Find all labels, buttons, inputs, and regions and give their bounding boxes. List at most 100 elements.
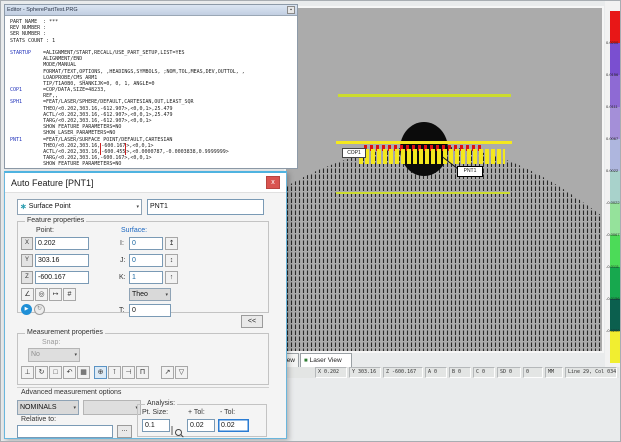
pt-size-input[interactable]: 0.1 bbox=[142, 419, 170, 432]
theo-dropdown[interactable]: Theo ▾ bbox=[129, 288, 171, 301]
theo-dropdown-value: Theo bbox=[132, 289, 165, 301]
vector-i-input[interactable]: 0 bbox=[129, 237, 163, 250]
code-text: THEO/<0.202,303.16,-612.907>,<0,0,1>,25.… bbox=[10, 106, 173, 112]
scale-segment: -0.0111 bbox=[610, 267, 621, 299]
browse-button[interactable]: ... bbox=[117, 425, 132, 438]
code-text: SHOW_LASER_PARAMETERS=NO bbox=[10, 130, 115, 136]
code-text: SHOW FEATURE PARAMETERS=NO bbox=[10, 124, 121, 130]
dialog-titlebar[interactable]: Auto Feature [PNT1] x bbox=[5, 173, 286, 193]
flip-vector-icon[interactable]: ↕ bbox=[165, 254, 178, 267]
i-label: I: bbox=[120, 240, 124, 247]
depth-icon[interactable]: ⊺ bbox=[108, 366, 121, 379]
measurement-properties-group: Measurement properties Snap: No ▾ ⊥ ↻ □ … bbox=[17, 333, 269, 385]
secondary-dropdown[interactable]: ▾ bbox=[83, 400, 141, 415]
x-axis-button[interactable]: X bbox=[21, 237, 33, 250]
point-select-icon[interactable]: ↦ bbox=[49, 288, 62, 301]
nominals-dropdown[interactable]: NOMINALS ▾ bbox=[17, 400, 79, 415]
region-box-icon[interactable]: □ bbox=[49, 366, 62, 379]
relative-to-label: Relative to: bbox=[21, 416, 56, 423]
code-text: SER NUMBER : bbox=[10, 31, 49, 37]
tab-laser-view[interactable]: ■ Laser View bbox=[300, 353, 352, 367]
cop1-label[interactable]: COP1 bbox=[342, 148, 366, 158]
snap-dropdown[interactable]: No ▾ bbox=[28, 348, 80, 362]
code-text-after: >,<0.0000787,-0.0003838,0.9999999> bbox=[126, 149, 228, 155]
point-z-input[interactable]: -600.167 bbox=[35, 271, 89, 284]
edit-window-title: Editor - SpherePartTest.PRG bbox=[7, 7, 287, 13]
target-point-icon[interactable]: ⊕ bbox=[94, 366, 107, 379]
snap-dropdown-value: No bbox=[31, 349, 74, 361]
scale-tick-label: -0.0111 bbox=[606, 265, 619, 269]
edit-window[interactable]: Editor - SpherePartTest.PRG ▪ PART NAME … bbox=[4, 4, 298, 169]
snap-label: Snap: bbox=[42, 339, 60, 346]
probe-touch-icon[interactable]: ⊥ bbox=[21, 366, 34, 379]
surface-point-icon: ∗ bbox=[20, 201, 27, 213]
spacing-icon[interactable]: Π bbox=[136, 366, 149, 379]
scan-path-icon[interactable]: ↗ bbox=[161, 366, 174, 379]
scan-line-laser bbox=[336, 141, 512, 144]
histogram-icon[interactable]: ▦ bbox=[77, 366, 90, 379]
code-text bbox=[10, 44, 13, 50]
scale-tick-label: 0.0022 bbox=[606, 169, 618, 173]
status-segment: Y 303.16 bbox=[349, 367, 381, 378]
grid-snap-icon[interactable]: # bbox=[63, 288, 76, 301]
scale-segment bbox=[610, 11, 621, 43]
chevron-down-icon: ▾ bbox=[165, 289, 168, 301]
feature-type-dropdown[interactable]: ∗ Surface Point ▾ bbox=[17, 199, 142, 215]
magnifier-icon[interactable] bbox=[171, 426, 173, 435]
scale-segment: -0.0156 bbox=[610, 299, 621, 331]
code-text: LOADPROBE/CMS_ARM1 bbox=[10, 75, 97, 81]
rescan-icon[interactable]: ↻ bbox=[35, 366, 48, 379]
app-window: COP1 PNT1 ew ■ Laser View X 0.202Y 303.1… bbox=[0, 0, 621, 442]
plus-tol-input[interactable]: 0.02 bbox=[187, 419, 215, 432]
surface-label: Surface: bbox=[121, 227, 147, 234]
offset-icon[interactable]: ⊣ bbox=[122, 366, 135, 379]
t-input[interactable]: 0 bbox=[129, 304, 171, 317]
collapse-dialog-button[interactable]: << bbox=[241, 315, 263, 328]
remeasure-button[interactable]: ↻ bbox=[34, 304, 45, 315]
plus-tol-label: + Tol: bbox=[188, 409, 205, 416]
minus-tol-input[interactable]: 0.02 bbox=[218, 419, 249, 432]
measure-now-button[interactable]: ▶ bbox=[21, 304, 32, 315]
deviation-scale: 0.02000.01560.01110.00670.0022-0.0022-0.… bbox=[610, 11, 621, 363]
feature-name-input[interactable]: PNT1 bbox=[147, 199, 264, 215]
code-text: PART NAME : *** bbox=[10, 19, 58, 25]
z-axis-button[interactable]: Z bbox=[21, 271, 33, 284]
j-label: J: bbox=[120, 257, 125, 264]
scale-segment: -0.0022 bbox=[610, 203, 621, 235]
code-line[interactable]: SHOW FEATURE PARAMETERS=NO bbox=[10, 161, 297, 167]
pt-size-label: Pt. Size: bbox=[142, 409, 168, 416]
vector-j-input[interactable]: 0 bbox=[129, 254, 163, 267]
analysis-group: Analysis: Pt. Size: + Tol: - Tol: 0.1 0.… bbox=[137, 404, 267, 437]
find-cad-icon[interactable]: ◎ bbox=[35, 288, 48, 301]
code-text: TARG/<0.202,303.16,-600.167>,<0,0,1> bbox=[10, 155, 151, 161]
filter-icon[interactable]: ▽ bbox=[175, 366, 188, 379]
scale-segment: 0.0200 bbox=[610, 43, 621, 75]
scale-tick-label: -0.0200 bbox=[606, 329, 620, 333]
close-icon[interactable]: x bbox=[266, 176, 280, 189]
vector-k-input[interactable]: 1 bbox=[129, 271, 163, 284]
status-segment: Z -600.167 bbox=[383, 367, 423, 378]
measure-angle-icon[interactable]: ∠ bbox=[21, 288, 34, 301]
code-text: TARG/<0.202,303.16,-612.907>,<0,0,1> bbox=[10, 118, 151, 124]
status-segments: X 0.202Y 303.16Z -600.167A 0B 0C 0SD 00M… bbox=[315, 367, 619, 378]
part-program-code[interactable]: PART NAME : ***REV NUMBER : SER NUMBER :… bbox=[5, 16, 297, 168]
pnt1-label[interactable]: PNT1 bbox=[457, 166, 483, 177]
align-vector-icon[interactable]: ↑ bbox=[165, 271, 178, 284]
surface-normal-icon[interactable]: ↥ bbox=[165, 237, 178, 250]
status-segment: 0 bbox=[523, 367, 543, 378]
point-y-input[interactable]: 303.16 bbox=[35, 254, 89, 267]
point-x-input[interactable]: 0.202 bbox=[35, 237, 89, 250]
deviation-scale-panel: 0.02000.01560.01110.00670.0022-0.0022-0.… bbox=[605, 1, 621, 367]
laser-view-icon: ■ bbox=[304, 358, 308, 364]
edit-window-menu-button[interactable]: ▪ bbox=[287, 6, 295, 14]
path-curve-icon[interactable]: ↶ bbox=[63, 366, 76, 379]
code-text: SHOW FEATURE PARAMETERS=NO bbox=[10, 161, 121, 167]
relative-to-input[interactable] bbox=[17, 425, 113, 438]
code-text: TIP/T1A0B0, SHANKIJK=0, 0, 1, ANGLE=0 bbox=[10, 81, 155, 87]
code-text: =FEAT/LASER/SURFACE POINT/DEFAULT,CARTES… bbox=[43, 137, 172, 143]
y-axis-button[interactable]: Y bbox=[21, 254, 33, 267]
auto-feature-dialog[interactable]: Auto Feature [PNT1] x ∗ Surface Point ▾ … bbox=[4, 171, 287, 439]
edit-window-titlebar[interactable]: Editor - SpherePartTest.PRG ▪ bbox=[5, 5, 297, 16]
laser-graphics-view[interactable]: COP1 PNT1 bbox=[284, 6, 604, 353]
tab-live-view-label: ew bbox=[287, 357, 295, 364]
